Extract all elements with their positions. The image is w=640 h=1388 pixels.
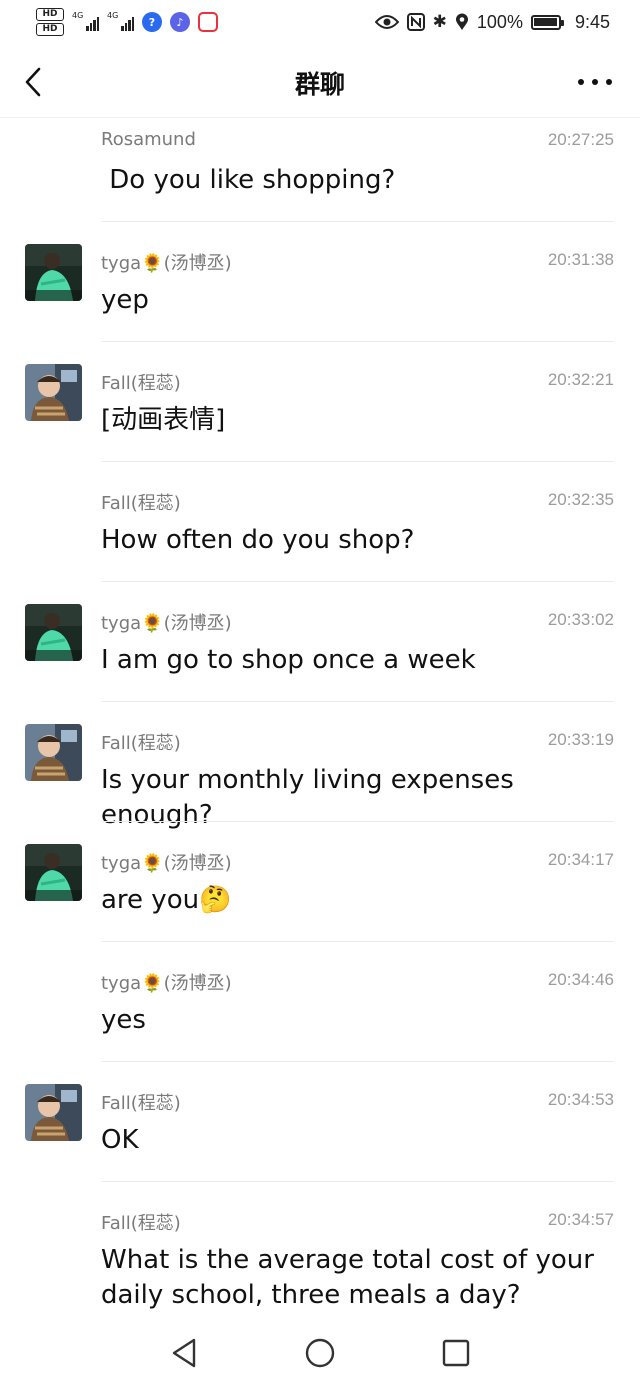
sender-name: Fall(程蕊) (101, 733, 181, 754)
sender-name: Fall(程蕊) (101, 493, 181, 514)
message-divider (101, 1061, 614, 1062)
home-nav-button[interactable] (302, 1336, 338, 1370)
app-notification-icon (198, 12, 218, 32)
status-right: ✱ 100% 9:45 (374, 11, 610, 33)
message-divider (101, 341, 614, 342)
network-type: 4G (107, 11, 119, 20)
message-divider (101, 221, 614, 222)
message-divider (101, 1181, 614, 1182)
message-divider (101, 461, 614, 462)
square-recents-icon (442, 1339, 470, 1367)
triangle-back-icon (172, 1338, 196, 1368)
sender-name: Fall(程蕊) (101, 373, 181, 394)
page-title: 群聊 (294, 69, 345, 99)
sender-name: tyga🌻(汤博丞) (101, 853, 232, 874)
app-notification-icon: ? (142, 12, 162, 32)
sender-name: tyga🌻(汤博丞) (101, 253, 232, 274)
sender-name: tyga🌻(汤博丞) (101, 973, 232, 994)
message-timestamp: 20:34:46 (547, 970, 614, 989)
hd-badges: HD HD (36, 8, 64, 36)
sender-name: Fall(程蕊) (101, 1093, 181, 1114)
bluetooth-icon: ✱ (432, 12, 447, 32)
message-timestamp: 20:27:25 (547, 130, 614, 149)
message-divider (101, 701, 614, 702)
message-timestamp: 20:33:19 (547, 730, 614, 749)
hd-badge: HD (36, 8, 64, 21)
eye-icon (374, 15, 399, 29)
chevron-left-icon (25, 67, 41, 97)
more-options-button[interactable] (578, 72, 612, 92)
sender-name: Rosamund (101, 129, 196, 150)
circle-home-icon (305, 1338, 335, 1368)
sender-name: Fall(程蕊) (101, 1213, 181, 1234)
message-text: How often do you shop? (101, 525, 415, 555)
message-text: yep (101, 285, 149, 315)
signal-icon: 4G (72, 11, 99, 31)
music-app-icon: ♪ (170, 12, 190, 32)
location-icon (455, 13, 468, 30)
message-text: [动画表情] (101, 405, 226, 435)
avatar[interactable] (25, 844, 82, 901)
message-text: I am go to shop once a week (101, 645, 476, 675)
message-timestamp: 20:32:35 (547, 490, 614, 509)
message-timestamp: 20:34:57 (547, 1210, 614, 1229)
more-dot (592, 79, 598, 85)
back-nav-button[interactable] (166, 1336, 202, 1370)
message-text: yes (101, 1005, 146, 1035)
network-type: 4G (72, 11, 84, 20)
chat-header: 群聊 (0, 48, 640, 118)
more-dot (578, 79, 584, 85)
clock: 9:45 (574, 11, 610, 32)
message-divider (101, 821, 614, 822)
back-button[interactable] (18, 64, 48, 100)
navigation-bar (0, 1312, 640, 1388)
nfc-icon (406, 13, 425, 31)
message-timestamp: 20:32:21 (547, 370, 614, 389)
avatar[interactable] (25, 1084, 82, 1141)
message-text: Is your monthly living expenses enough? (101, 765, 523, 830)
message-timestamp: 20:34:17 (547, 850, 614, 869)
message-divider (101, 581, 614, 582)
status-left: HD HD 4G 4G ? ♪ (36, 8, 218, 36)
avatar[interactable] (25, 724, 82, 781)
message-timestamp: 20:33:02 (547, 610, 614, 629)
avatar[interactable] (25, 364, 82, 421)
battery-percent: 100% (476, 11, 523, 32)
signal-icon: 4G (107, 11, 134, 31)
message-text: Do you like shopping? (101, 165, 396, 195)
message-text: are you🤔 (101, 885, 232, 915)
message-text: What is the average total cost of your d… (101, 1245, 603, 1310)
recents-nav-button[interactable] (438, 1336, 474, 1370)
hd-badge: HD (36, 23, 64, 36)
message-timestamp: 20:31:38 (547, 250, 614, 269)
more-dot (606, 79, 612, 85)
status-bar: HD HD 4G 4G ? ♪ ✱ 100% 9:45 (0, 0, 640, 44)
message-divider (101, 941, 614, 942)
sender-name: tyga🌻(汤博丞) (101, 613, 232, 634)
avatar[interactable] (25, 604, 82, 661)
message-text: OK (101, 1125, 139, 1155)
message-timestamp: 20:34:53 (547, 1090, 614, 1109)
battery-icon (530, 14, 564, 30)
avatar[interactable] (25, 244, 82, 301)
